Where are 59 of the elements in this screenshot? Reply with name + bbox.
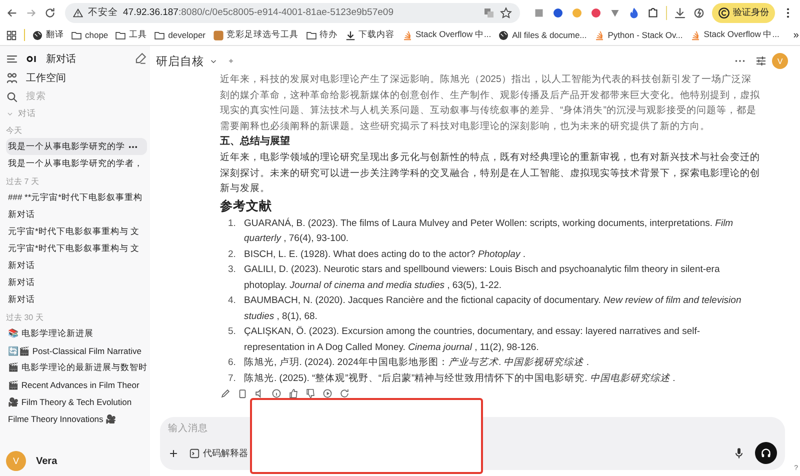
- paragraph: 近年来，科技的发展对电影理论产生了深远影响。陈旭光（2025）指出，以人工智能为代表的科技创新引发了一场广泛深刻的媒介革命，这种革命给影视新媒体的创意创作、生产制作、观影传播及后产品开发都带来巨大变化。他特别提到，虚拟现实的真实性问题、算法技术与人机关系问题、互动叙事与传统叙事的差异、“身体消失”的沉浸与观影接受的问题等，都是需要阐释也必须阐释的新课题。这些研究揭示了科技对电影理论的深刻影响，也为未来的研究提供了新的方向。: [220, 73, 760, 134]
- chat-item[interactable]: 🎥 Film Theory & Tech Evolution: [6, 393, 147, 410]
- chat-item[interactable]: 我是一个从事电影学研究的学: [6, 138, 147, 155]
- reference-text: GUARANÁ, B. (2023). The films of Laura Mulvey and Peter Wollen: scripts, working documents, interpretations. Film quarterly , 76(4), 93-100.: [244, 216, 734, 246]
- chat-item[interactable]: 新对话: [6, 291, 147, 308]
- chat-item[interactable]: 🔄🎬 Post-Classical Film Narrative: [6, 342, 147, 359]
- chat-item[interactable]: 新对话: [6, 274, 147, 291]
- url-text: 47.92.36.187:8080/c/0e5c8005-e914-4001-81ae-5123e9b57e09: [123, 7, 394, 18]
- search-field[interactable]: 搜索: [26, 91, 116, 102]
- paragraph: 近年来，电影学领域的理论研究呈现出多元化与创新性的特点，既有对经典理论的重新审视，也有对新兴技术与社会变迁的深刻探讨。未来的研究可以进一步关注跨学科的交叉融合，特别是在人工智能、虚拟现实等技术背景下，探索电影理论的创新与发展。: [220, 151, 760, 196]
- chat-item[interactable]: Filme Theory Innovations 🎥: [6, 410, 147, 427]
- chat-item[interactable]: 📚 电影学理论新进展: [6, 325, 147, 342]
- more-bookmarks[interactable]: »: [793, 30, 799, 40]
- bookmark[interactable]: 下载内容: [344, 29, 395, 41]
- model-selector[interactable]: 研启自核: [156, 54, 204, 68]
- new-chat-link[interactable]: 新对话: [46, 52, 76, 66]
- bookmark[interactable]: Stack Overflow 中...: [690, 29, 780, 41]
- chat-item[interactable]: 元宇宙*时代下电影叙事重构与 文: [6, 240, 147, 257]
- list-number: 7.: [228, 372, 237, 386]
- bookmark[interactable]: Python - Stack Ov...: [594, 30, 683, 40]
- address-bar[interactable]: 不安全 47.92.36.187:8080/c/0e5c8005-e914-4001-81ae-5123e9b57e09: [65, 2, 520, 22]
- bookmark[interactable]: developer: [154, 30, 206, 40]
- section-heading: 参考文献: [220, 198, 273, 214]
- chat-item[interactable]: ### **元宇宙*时代下电影叙事重构: [6, 189, 147, 206]
- bookmark[interactable]: Stack Overflow 中...: [402, 29, 492, 41]
- section-heading: 五、总结与展望: [220, 134, 291, 149]
- bookmark[interactable]: 工具: [115, 29, 148, 41]
- reference-text: 陈旭光. (2025). “整体观”视野、“后启蒙”精神与经世致用情怀下的中国电影研究. 中国电影研究综述 .: [244, 372, 676, 386]
- chat-item[interactable]: 新对话: [6, 257, 147, 274]
- verify-identity-button[interactable]: 验证身份: [712, 2, 775, 22]
- reference-text: ÇALIŞKAN, Ö. (2023). Excursion among the countries, documentary, and essay: layered narratives and self-representation in A Dog Called Money. Cinema journal , 11(2), 98-126.: [244, 325, 702, 354]
- code-interpreter-button[interactable]: 代码解释器: [189, 446, 248, 460]
- bookmark[interactable]: 翻译: [32, 29, 64, 41]
- reference-text: 陈旭光, 卢玥. (2024). 2024年中国电影地形图：产业与艺术. 中国影视研究综述 .: [244, 356, 589, 370]
- bookmark[interactable]: chope: [71, 30, 108, 40]
- reference-text: BISCH, L. E. (1928). What does acting do to the actor? Photoplay .: [244, 248, 526, 262]
- list-number: 1.: [228, 216, 237, 230]
- user-name[interactable]: Vera: [36, 456, 58, 466]
- chat-item[interactable]: 新对话: [6, 206, 147, 223]
- list-number: 5.: [228, 325, 237, 339]
- chat-item[interactable]: 我是一个从事电影学研究的学者，: [6, 155, 147, 172]
- list-number: 3.: [228, 263, 237, 277]
- group-label: 过去 30 天: [6, 312, 44, 324]
- message-input[interactable]: 输入消息: [168, 423, 777, 434]
- bookmark[interactable]: 待办: [306, 29, 338, 41]
- list-number: 6.: [228, 356, 237, 370]
- chat-item[interactable]: 🎬 Recent Advances in Film Theor: [6, 376, 147, 393]
- workspace-link[interactable]: 工作空间: [26, 70, 66, 84]
- bookmark[interactable]: All files & docume...: [498, 30, 587, 40]
- list-number: 2.: [228, 248, 237, 262]
- chat-item[interactable]: 🎬 电影学理论的最新进展与数智时: [6, 359, 147, 376]
- list-number: 4.: [228, 294, 237, 308]
- reference-text: BAUMBACH, N. (2020). Jacques Rancière and the fictional capacity of documentary. New review of film and television studies , 8(1), 68.: [244, 294, 742, 324]
- security-label: 不安全: [88, 6, 118, 19]
- bookmark[interactable]: 竞彩足球选号工具: [212, 29, 299, 41]
- reference-text: GALILI, D. (2023). Neurotic stars and spellbound viewers: Louis Bisch and psychoanalytic film theory in silent-era photoplay. Journal of cinema and media studies , 63(5), 1-22.: [244, 263, 721, 292]
- chat-item[interactable]: 元宇宙*时代下电影叙事重构与 文: [6, 223, 147, 240]
- group-label: 过去 7 天: [6, 176, 40, 188]
- group-label: 今天: [6, 125, 23, 137]
